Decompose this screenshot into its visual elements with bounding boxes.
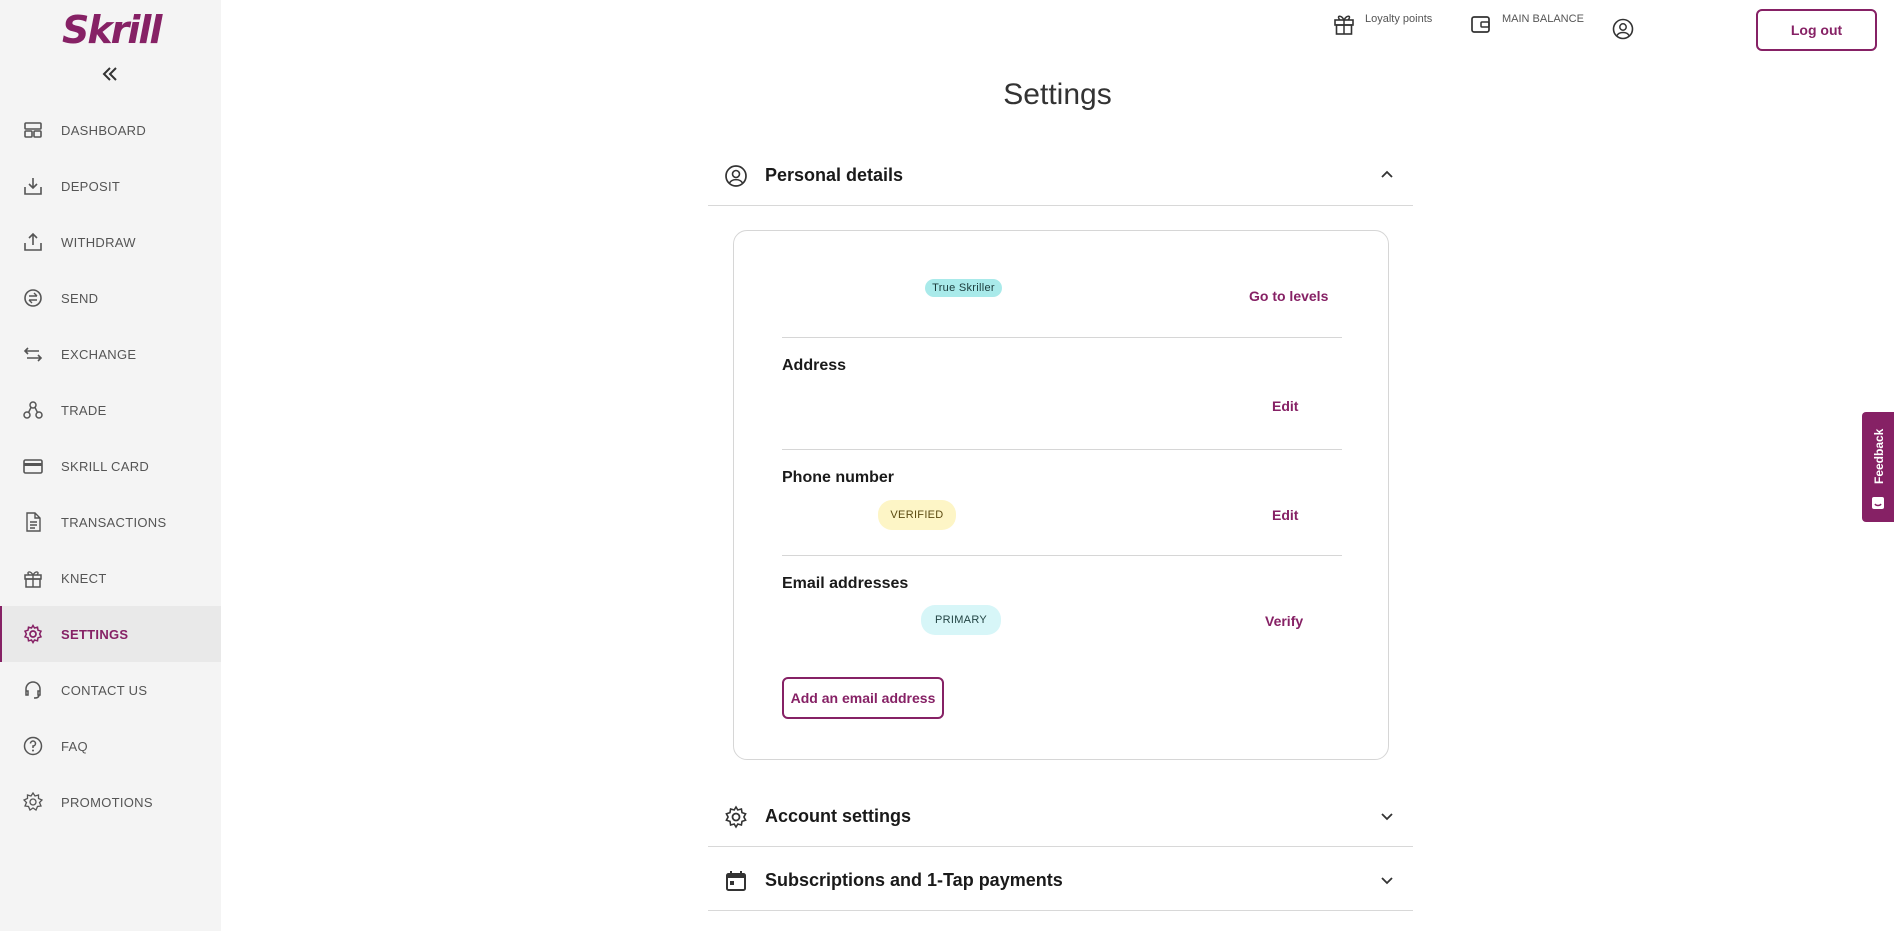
- main-balance-label: MAIN BALANCE: [1502, 13, 1584, 25]
- logout-button[interactable]: Log out: [1756, 9, 1877, 51]
- exchange-icon: [22, 343, 44, 365]
- sidebar-item-label: EXCHANGE: [61, 346, 137, 362]
- email-primary-badge: PRIMARY: [921, 605, 1001, 635]
- sidebar-item-send[interactable]: SEND: [0, 270, 221, 326]
- question-icon: [22, 735, 44, 757]
- sidebar-item-exchange[interactable]: EXCHANGE: [0, 326, 221, 382]
- loyalty-points-label: Loyalty points: [1365, 13, 1433, 25]
- page-title-text: Settings: [1003, 78, 1112, 111]
- main-balance[interactable]: MAIN BALANCE: [1470, 12, 1584, 41]
- sidebar: Skrill DASHBOARD DEPOSIT WITHDRAW SEND E…: [0, 0, 221, 931]
- sidebar-item-label: DASHBOARD: [61, 122, 147, 138]
- sidebar-item-label: TRADE: [61, 402, 107, 418]
- address-edit-link[interactable]: Edit: [1272, 398, 1298, 414]
- sidebar-item-label: FAQ: [61, 738, 88, 754]
- sidebar-item-promotions[interactable]: PROMOTIONS: [0, 774, 221, 830]
- add-email-button[interactable]: Add an email address: [782, 677, 944, 719]
- sidebar-item-label: SETTINGS: [61, 626, 129, 642]
- personal-details-card: True Skriller Go to levels Address Edit …: [733, 230, 1389, 760]
- calendar-icon: [724, 869, 748, 893]
- account-settings-header[interactable]: Account settings: [708, 789, 1413, 847]
- chevron-down-icon[interactable]: [1379, 873, 1395, 889]
- sidebar-item-label: SEND: [61, 290, 99, 306]
- page-title: Settings: [0, 78, 1894, 112]
- phone-edit-link[interactable]: Edit: [1272, 507, 1298, 523]
- phone-verified-badge: VERIFIED: [878, 500, 956, 530]
- sidebar-item-label: TRANSACTIONS: [61, 514, 167, 530]
- sidebar-item-settings[interactable]: SETTINGS: [0, 606, 221, 662]
- address-title: Address: [782, 357, 847, 374]
- sidebar-item-trade[interactable]: TRADE: [0, 382, 221, 438]
- sidebar-item-label: DEPOSIT: [61, 178, 121, 194]
- sidebar-item-knect[interactable]: KNECT: [0, 550, 221, 606]
- deposit-icon: [22, 175, 44, 197]
- skrill-logo[interactable]: Skrill: [62, 8, 162, 52]
- subscriptions-title: Subscriptions and 1-Tap payments: [765, 870, 1063, 890]
- sidebar-nav: DASHBOARD DEPOSIT WITHDRAW SEND EXCHANGE…: [0, 102, 221, 830]
- gear-icon: [724, 805, 748, 829]
- divider: [782, 555, 1342, 556]
- withdraw-icon: [22, 231, 44, 253]
- personal-details-title: Personal details: [765, 165, 904, 185]
- gift-icon: [22, 567, 44, 589]
- smiley-icon: [1871, 496, 1885, 510]
- headset-icon: [22, 679, 44, 701]
- user-circle-icon: [724, 164, 748, 188]
- email-addresses-title: Email addresses: [782, 575, 909, 592]
- sidebar-item-transactions[interactable]: TRANSACTIONS: [0, 494, 221, 550]
- feedback-label: Feedback: [1872, 428, 1886, 484]
- sidebar-item-label: PROMOTIONS: [61, 794, 153, 810]
- profile-icon[interactable]: [1612, 18, 1634, 40]
- gear-icon: [22, 623, 44, 645]
- promo-badge-icon: [22, 791, 44, 813]
- dashboard-icon: [22, 119, 44, 141]
- sidebar-item-skrill-card[interactable]: SKRILL CARD: [0, 438, 221, 494]
- sidebar-item-faq[interactable]: FAQ: [0, 718, 221, 774]
- divider: [782, 449, 1342, 450]
- level-badge: True Skriller: [925, 279, 1002, 297]
- document-icon: [22, 511, 44, 533]
- sidebar-item-deposit[interactable]: DEPOSIT: [0, 158, 221, 214]
- sidebar-item-label: WITHDRAW: [61, 234, 136, 250]
- phone-number-title: Phone number: [782, 469, 895, 486]
- feedback-tab[interactable]: Feedback: [1862, 412, 1894, 522]
- sidebar-item-withdraw[interactable]: WITHDRAW: [0, 214, 221, 270]
- sidebar-item-label: SKRILL CARD: [61, 458, 150, 474]
- chevron-up-icon[interactable]: [1379, 166, 1395, 182]
- gift-icon: [1333, 12, 1355, 41]
- email-verify-link[interactable]: Verify: [1265, 613, 1303, 629]
- account-settings-title: Account settings: [765, 806, 912, 826]
- personal-details-header[interactable]: Personal details: [708, 150, 1413, 206]
- card-icon: [22, 455, 44, 477]
- sidebar-item-label: KNECT: [61, 570, 107, 586]
- send-icon: [22, 287, 44, 309]
- chevron-down-icon[interactable]: [1379, 809, 1395, 825]
- sidebar-item-label: CONTACT US: [61, 682, 148, 698]
- trade-icon: [22, 399, 44, 421]
- sidebar-item-contact-us[interactable]: CONTACT US: [0, 662, 221, 718]
- wallet-icon: [1470, 12, 1492, 41]
- loyalty-points[interactable]: Loyalty points: [1333, 12, 1432, 41]
- subscriptions-header[interactable]: Subscriptions and 1-Tap payments: [708, 853, 1413, 911]
- divider: [782, 337, 1342, 338]
- go-to-levels-link[interactable]: Go to levels: [1249, 288, 1328, 304]
